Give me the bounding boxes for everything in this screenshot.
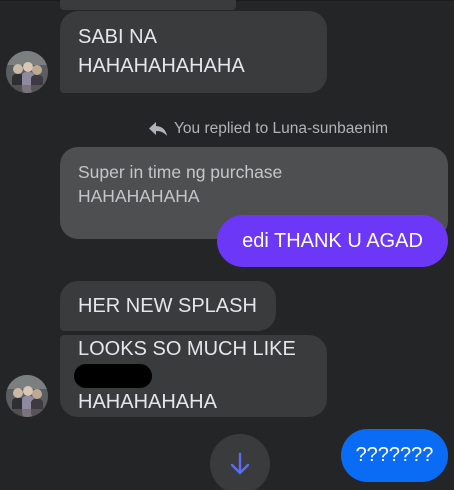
reply-notice: You replied to Luna-sunbaenim	[148, 118, 388, 140]
incoming-message-bubble[interactable]: HER NEW SPLASH	[60, 281, 276, 331]
avatar-photo	[6, 51, 48, 93]
message-line-with-redaction: HAHAHAHAHA	[74, 364, 309, 417]
arrow-down-icon	[230, 452, 250, 475]
reply-notice-text: You replied to Luna-sunbaenim	[174, 120, 389, 137]
redaction-mark	[74, 364, 152, 388]
message-text: ???????	[355, 444, 434, 466]
message-line: HAHAHAHAHAHA	[78, 55, 245, 77]
quoted-line: HAHAHAHAHA	[78, 186, 200, 206]
message-text: edi THANK U AGAD	[242, 229, 423, 252]
avatar-photo	[6, 375, 48, 417]
message-line: LOOKS SO MUCH LIKE	[78, 338, 296, 360]
message-line: SABI NA	[78, 26, 157, 48]
quoted-line: Super in time ng purchase	[78, 162, 283, 182]
contact-avatar[interactable]	[6, 51, 48, 93]
message-line: HAHAHAHAHA	[78, 391, 217, 413]
previous-message-edge	[60, 0, 236, 10]
message-line: HER NEW SPLASH	[78, 294, 257, 317]
outgoing-message-bubble[interactable]: edi THANK U AGAD	[217, 215, 448, 267]
contact-avatar[interactable]	[6, 375, 48, 417]
chat-thread[interactable]: SABI NA HAHAHAHAHAHA You replied to Luna…	[0, 0, 454, 490]
incoming-message-bubble[interactable]: SABI NA HAHAHAHAHAHA	[60, 11, 327, 93]
incoming-message-bubble[interactable]: LOOKS SO MUCH LIKE HAHAHAHAHA	[60, 335, 327, 417]
reply-arrow-icon	[149, 122, 167, 136]
scroll-to-bottom-button[interactable]	[210, 434, 270, 490]
outgoing-message-bubble[interactable]: ???????	[341, 429, 448, 482]
